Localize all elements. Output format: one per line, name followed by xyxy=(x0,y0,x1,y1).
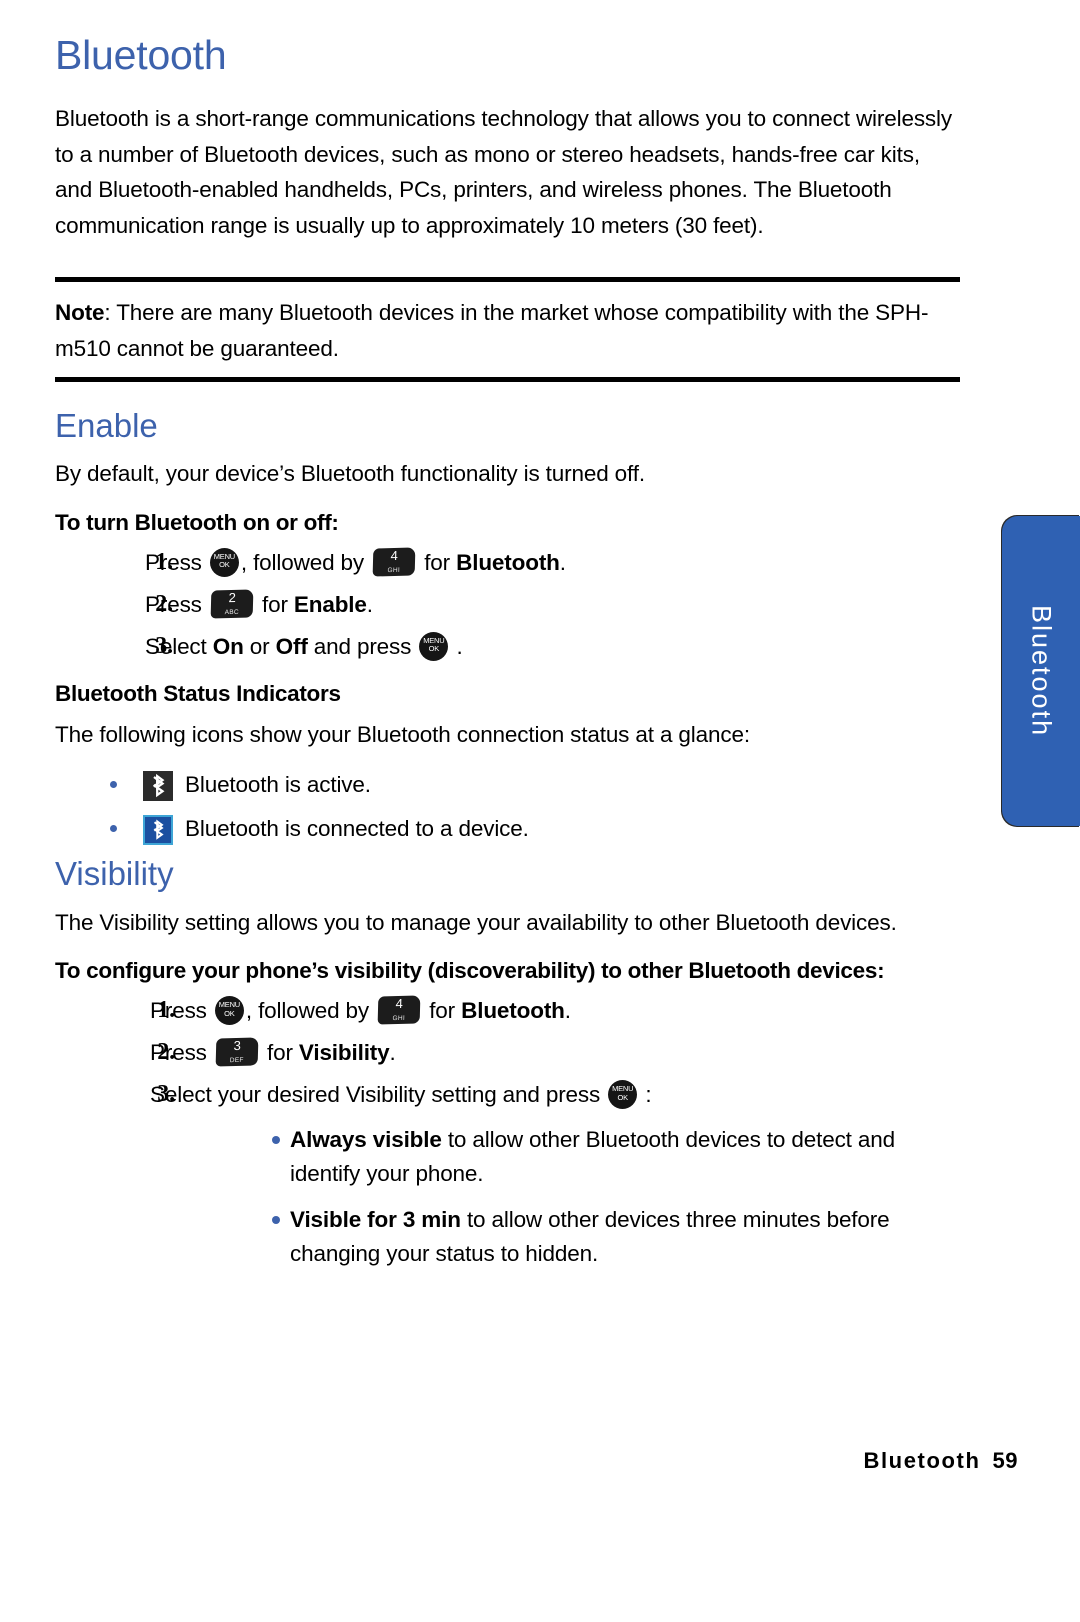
menu-ok-key-icon: MENU OK xyxy=(608,1080,638,1110)
note-callout: Note: There are many Bluetooth devices i… xyxy=(55,277,960,383)
menu-ok-top-label: MENU xyxy=(612,1084,634,1094)
page-title: Bluetooth xyxy=(55,32,227,78)
option-label: Always visible xyxy=(290,1127,442,1153)
bluetooth-connected-icon xyxy=(143,815,173,846)
status-indicators-title: Bluetooth Status Indicators xyxy=(55,680,341,706)
step-item: 1. Press MENU OK, followed by 4 GHI for Blu… xyxy=(55,994,960,1027)
footer-page-number: 59 xyxy=(992,1448,1018,1473)
step-text-part: : xyxy=(639,1082,652,1108)
list-item: Always visible to allow other Bluetooth … xyxy=(150,1123,960,1191)
bullet-dot xyxy=(272,1216,280,1225)
menu-ok-bottom-label: OK xyxy=(224,1008,235,1018)
menu-ok-bottom-label: OK xyxy=(219,560,230,570)
step-emphasis: Off xyxy=(275,633,308,659)
chapter-side-tab-label: Bluetooth xyxy=(1026,604,1057,738)
step-number: 1. xyxy=(157,997,175,1024)
intro-paragraph: Bluetooth is a short-range communication… xyxy=(55,106,952,238)
step-text-part: . xyxy=(450,633,463,659)
section-title-visibility: Visibility xyxy=(55,855,174,893)
step-item: 1. Press MENU OK, followed by 4 GHI for Blu… xyxy=(55,546,960,579)
digit-key-icon: 4 GHI xyxy=(377,995,421,1025)
bullet-dot xyxy=(110,825,117,833)
digit-key-letters: GHI xyxy=(392,1014,406,1023)
digit-key-letters: DEF xyxy=(229,1056,244,1065)
status-indicator-label: Bluetooth is connected to a device. xyxy=(185,816,529,842)
digit-key-icon: 3 DEF xyxy=(215,1037,259,1067)
bullet-dot xyxy=(110,781,117,789)
digit-key-icon: 2 ABC xyxy=(210,589,254,619)
status-indicators-intro: The following icons show your Bluetooth … xyxy=(55,721,750,747)
page-content: Bluetooth Bluetooth is a short-range com… xyxy=(55,32,960,1283)
menu-ok-top-label: MENU xyxy=(218,1000,241,1010)
footer-chapter-name: Bluetooth xyxy=(863,1448,981,1473)
step-item: 2. Press 2 ABC for Enable. xyxy=(55,588,960,621)
step-number: 2. xyxy=(155,590,173,617)
step-item: 2. Press 3 DEF for Visibility. xyxy=(55,1036,960,1069)
menu-ok-key-icon: MENU OK xyxy=(209,547,239,577)
menu-ok-key-icon: MENU OK xyxy=(419,631,449,661)
digit-key-letters: GHI xyxy=(387,566,401,575)
step-text-part: , followed by xyxy=(240,549,371,575)
visibility-intro: The Visibility setting allows you to man… xyxy=(55,909,897,935)
step-number: 3. xyxy=(157,1081,175,1108)
step-emphasis: Bluetooth xyxy=(461,998,565,1024)
note-text: : There are many Bluetooth devices in th… xyxy=(55,300,929,361)
step-number: 2. xyxy=(157,1039,175,1066)
step-text-part: for xyxy=(255,591,294,617)
visibility-steps: 1. Press MENU OK, followed by 4 GHI for Blu… xyxy=(55,994,960,1271)
step-text-part: . xyxy=(559,549,566,575)
digit-key-number: 3 xyxy=(233,1038,241,1054)
step-text-part: and press xyxy=(307,633,418,659)
step-item: 3. Select On or Off and press MENU OK . xyxy=(55,630,960,663)
step-text-part: . xyxy=(366,591,373,617)
option-label: Visible for 3 min xyxy=(290,1207,461,1233)
list-item: Visible for 3 min to allow other devices… xyxy=(150,1203,960,1271)
step-item: 3. Select your desired Visibility setting… xyxy=(55,1078,960,1271)
step-text-part: for xyxy=(423,998,462,1024)
step-number: 3. xyxy=(155,632,173,659)
note-paragraph: Note: There are many Bluetooth devices i… xyxy=(55,295,960,366)
bullet-dot xyxy=(272,1136,280,1145)
step-text-part: or xyxy=(243,633,276,659)
bluetooth-active-icon xyxy=(143,771,173,802)
page-footer: Bluetooth 59 xyxy=(863,1448,1018,1474)
step-text-part: for xyxy=(260,1040,299,1066)
section-title-enable: Enable xyxy=(55,407,158,445)
chapter-side-tab: Bluetooth xyxy=(1002,516,1080,826)
step-emphasis: Enable xyxy=(293,591,367,617)
manual-page: Bluetooth Bluetooth is a short-range com… xyxy=(0,0,1080,1622)
digit-key-number: 4 xyxy=(390,547,399,563)
menu-ok-bottom-label: OK xyxy=(617,1092,628,1102)
step-text-part: , followed by xyxy=(245,998,376,1024)
menu-ok-bottom-label: OK xyxy=(428,644,440,654)
step-text-part: . xyxy=(564,998,571,1024)
status-indicator-label: Bluetooth is active. xyxy=(185,772,371,798)
step-text-part: . xyxy=(389,1040,396,1066)
list-item: Bluetooth is active. xyxy=(55,768,960,802)
step-text-part: for xyxy=(418,549,457,575)
visibility-options-list: Always visible to allow other Bluetooth … xyxy=(150,1123,960,1271)
step-emphasis: Visibility xyxy=(298,1040,390,1066)
status-indicator-list: Bluetooth is active. Bluetooth is connec… xyxy=(55,768,960,846)
menu-ok-key-icon: MENU OK xyxy=(214,996,244,1026)
note-label: Note xyxy=(55,300,105,326)
step-number: 1. xyxy=(155,548,173,575)
visibility-procedure-title: To configure your phone’s visibility (di… xyxy=(55,958,885,984)
digit-key-letters: ABC xyxy=(224,608,239,617)
digit-key-icon: 4 GHI xyxy=(372,547,416,577)
step-text-part: Select your desired Visibility setting a… xyxy=(150,1082,607,1108)
enable-steps: 1. Press MENU OK, followed by 4 GHI for Blu… xyxy=(55,546,960,663)
step-emphasis: On xyxy=(212,633,244,659)
enable-intro: By default, your device’s Bluetooth func… xyxy=(55,461,645,487)
list-item: Bluetooth is connected to a device. xyxy=(55,812,960,846)
step-emphasis: Bluetooth xyxy=(456,549,560,575)
digit-key-number: 4 xyxy=(395,996,404,1012)
digit-key-number: 2 xyxy=(228,589,236,605)
enable-procedure-title: To turn Bluetooth on or off: xyxy=(55,509,339,535)
